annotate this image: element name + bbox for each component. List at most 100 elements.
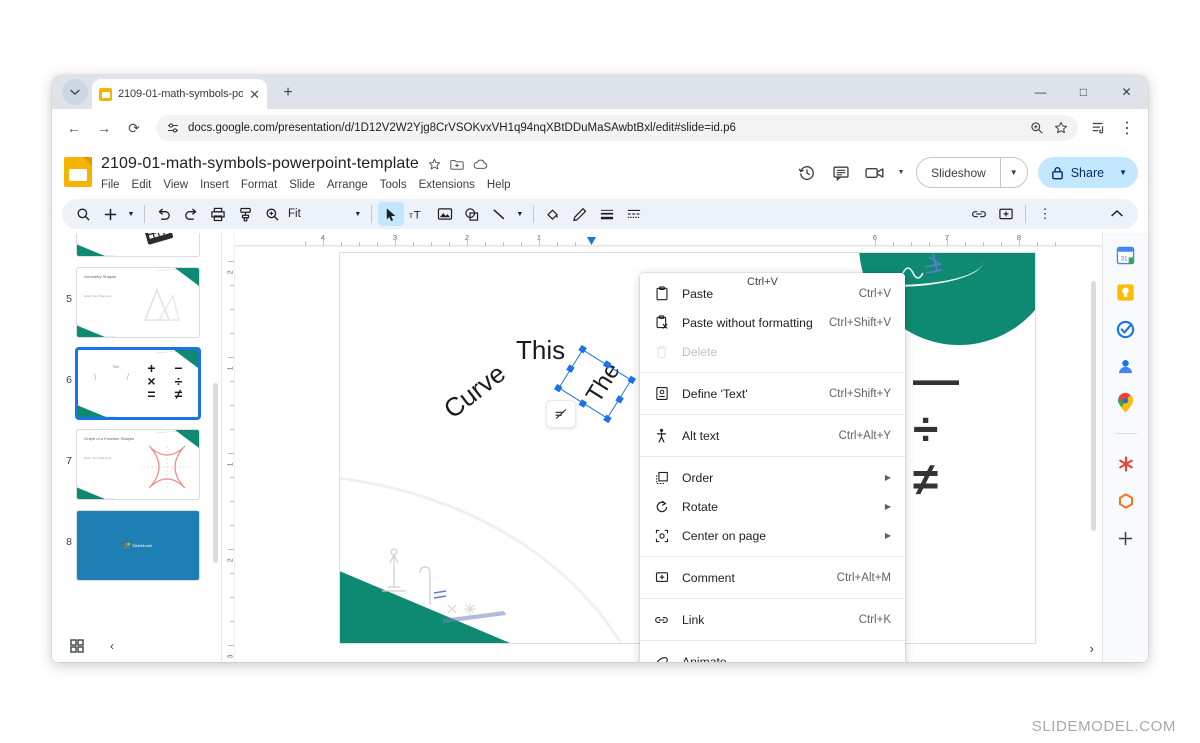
browser-tab[interactable]: 2109-01-math-symbols-power ✕	[92, 79, 267, 109]
menu-tools[interactable]: Tools	[380, 177, 407, 193]
slide-thumbnail-7[interactable]: Graph of a Function Shapes Enter Your Ti…	[76, 429, 200, 500]
text-box-icon[interactable]: тT	[405, 202, 431, 226]
canvas-scrollbar[interactable]	[1091, 281, 1096, 531]
menu-animate[interactable]: Animate	[640, 647, 905, 662]
list-item[interactable]: 7 Graph of a Function Shapes Enter Your …	[52, 424, 221, 505]
slide-word-this[interactable]: This	[516, 335, 565, 366]
add-comment-icon[interactable]	[993, 202, 1019, 226]
grid-view-icon[interactable]	[70, 639, 84, 653]
redo-icon[interactable]	[178, 202, 204, 226]
meet-dropdown-icon[interactable]: ▼	[894, 169, 908, 176]
fill-color-icon[interactable]	[540, 202, 566, 226]
extensions-button[interactable]	[1086, 115, 1112, 141]
list-item[interactable]: 6 Title ╱ ╲ + − × ÷ = ≠	[52, 343, 221, 424]
menu-view[interactable]: View	[163, 177, 188, 193]
line-dropdown-icon[interactable]: ▼	[513, 202, 527, 226]
menu-rotate[interactable]: Rotate ▶	[640, 492, 905, 521]
addon-asterisk-icon[interactable]	[1116, 454, 1136, 474]
image-icon[interactable]	[432, 202, 458, 226]
context-menu[interactable]: Paste Ctrl+V Paste without formatting Ct…	[640, 273, 905, 662]
list-item[interactable]: 5 Geometry Shapes Enter Your Title Here	[52, 262, 221, 343]
menu-slide[interactable]: Slide	[289, 177, 315, 193]
menu-link[interactable]: Link Ctrl+K	[640, 605, 905, 634]
version-history-icon[interactable]	[792, 158, 822, 188]
link-icon[interactable]	[966, 202, 992, 226]
shape-icon[interactable]	[459, 202, 485, 226]
google-maps-icon[interactable]	[1116, 393, 1136, 413]
menu-extensions[interactable]: Extensions	[419, 177, 475, 193]
slide-thumbnail-4[interactable]	[76, 233, 200, 257]
comment-icon[interactable]	[826, 158, 856, 188]
meet-camera-icon[interactable]	[860, 158, 890, 188]
menu-define-text[interactable]: Define 'Text' Ctrl+Shift+Y	[640, 379, 905, 408]
crop-mask-button[interactable]	[546, 400, 576, 428]
zoom-level-label[interactable]: Fit	[286, 208, 305, 220]
menu-center-on-page[interactable]: Center on page ▶	[640, 521, 905, 550]
cloud-saved-icon[interactable]	[473, 159, 488, 170]
menu-file[interactable]: File	[101, 177, 120, 193]
window-minimize-button[interactable]: —	[1019, 75, 1062, 109]
line-icon[interactable]	[486, 202, 512, 226]
google-calendar-icon[interactable]: 31	[1116, 245, 1136, 265]
more-options-kebab-icon[interactable]: ⋮	[1032, 202, 1058, 226]
zoom-dropdown-icon[interactable]: ▼	[351, 202, 365, 226]
window-maximize-button[interactable]: □	[1062, 75, 1105, 109]
url-bar[interactable]: docs.google.com/presentation/d/1D12V2W2Y…	[156, 115, 1078, 141]
google-keep-icon[interactable]	[1116, 282, 1136, 302]
next-pane-button[interactable]: ›	[1090, 641, 1094, 656]
bookmark-star-icon[interactable]	[1054, 121, 1068, 135]
google-contacts-icon[interactable]	[1116, 356, 1136, 376]
border-weight-icon[interactable]	[594, 202, 620, 226]
site-settings-icon[interactable]	[166, 121, 180, 135]
forward-button[interactable]: →	[90, 114, 118, 142]
print-icon[interactable]	[205, 202, 231, 226]
reload-button[interactable]: ⟳	[120, 114, 148, 142]
addon-orange-icon[interactable]	[1116, 491, 1136, 511]
menu-help[interactable]: Help	[487, 177, 511, 193]
paint-format-icon[interactable]	[232, 202, 258, 226]
back-button[interactable]: ←	[60, 114, 88, 142]
new-slide-button[interactable]	[97, 202, 123, 226]
new-slide-dropdown-icon[interactable]: ▼	[124, 202, 138, 226]
search-icon[interactable]	[70, 202, 96, 226]
filmstrip-scroll[interactable]: 4	[52, 233, 221, 630]
slideshow-button[interactable]: Slideshow	[917, 166, 1000, 180]
tab-close-button[interactable]: ✕	[249, 88, 260, 101]
select-tool-button[interactable]	[377, 202, 404, 226]
menu-comment[interactable]: Comment Ctrl+Alt+M	[640, 563, 905, 592]
slide-thumbnail-5[interactable]: Geometry Shapes Enter Your Title Here	[76, 267, 200, 338]
slide-word-curve[interactable]: Curve	[438, 358, 512, 425]
slide-math-symbols[interactable]: — ÷ ≠	[913, 356, 999, 502]
undo-icon[interactable]	[151, 202, 177, 226]
window-close-button[interactable]: ✕	[1105, 75, 1148, 109]
menu-arrange[interactable]: Arrange	[327, 177, 368, 193]
add-addon-icon[interactable]	[1116, 528, 1136, 548]
new-tab-button[interactable]: +	[275, 80, 301, 106]
list-item[interactable]: 8 SlideModel	[52, 505, 221, 586]
collapse-toolbar-chevron-up-icon[interactable]	[1104, 202, 1130, 226]
menu-insert[interactable]: Insert	[200, 177, 229, 193]
filmstrip-scrollbar[interactable]	[213, 383, 218, 563]
menu-format[interactable]: Format	[241, 177, 277, 193]
google-tasks-icon[interactable]	[1116, 319, 1136, 339]
border-dash-icon[interactable]	[621, 202, 647, 226]
slide-thumbnail-8[interactable]: SlideModel	[76, 510, 200, 581]
menu-paste-without-formatting[interactable]: Paste without formatting Ctrl+Shift+V	[640, 308, 905, 337]
zoom-indicator-icon[interactable]	[1030, 121, 1044, 135]
pen-icon[interactable]	[567, 202, 593, 226]
profile-chip[interactable]	[62, 79, 88, 105]
indent-marker[interactable]	[587, 237, 596, 245]
slideshow-dropdown-icon[interactable]: ▼	[1001, 168, 1027, 177]
menu-order[interactable]: Order ▶	[640, 463, 905, 492]
menu-edit[interactable]: Edit	[132, 177, 152, 193]
share-button[interactable]: Share	[1038, 166, 1115, 180]
slide-thumbnail-6-selected[interactable]: Title ╱ ╲ + − × ÷ = ≠	[76, 348, 200, 419]
browser-menu-button[interactable]: ⋮	[1114, 115, 1140, 141]
move-to-folder-icon[interactable]	[450, 158, 464, 171]
menu-alt-text[interactable]: Alt text Ctrl+Alt+Y	[640, 421, 905, 450]
zoom-icon[interactable]	[259, 202, 285, 226]
document-title[interactable]: 2109-01-math-symbols-powerpoint-template	[101, 154, 419, 174]
collapse-filmstrip-button[interactable]: ‹	[110, 639, 114, 653]
list-item[interactable]: 4	[52, 233, 221, 262]
star-icon[interactable]	[428, 158, 441, 171]
